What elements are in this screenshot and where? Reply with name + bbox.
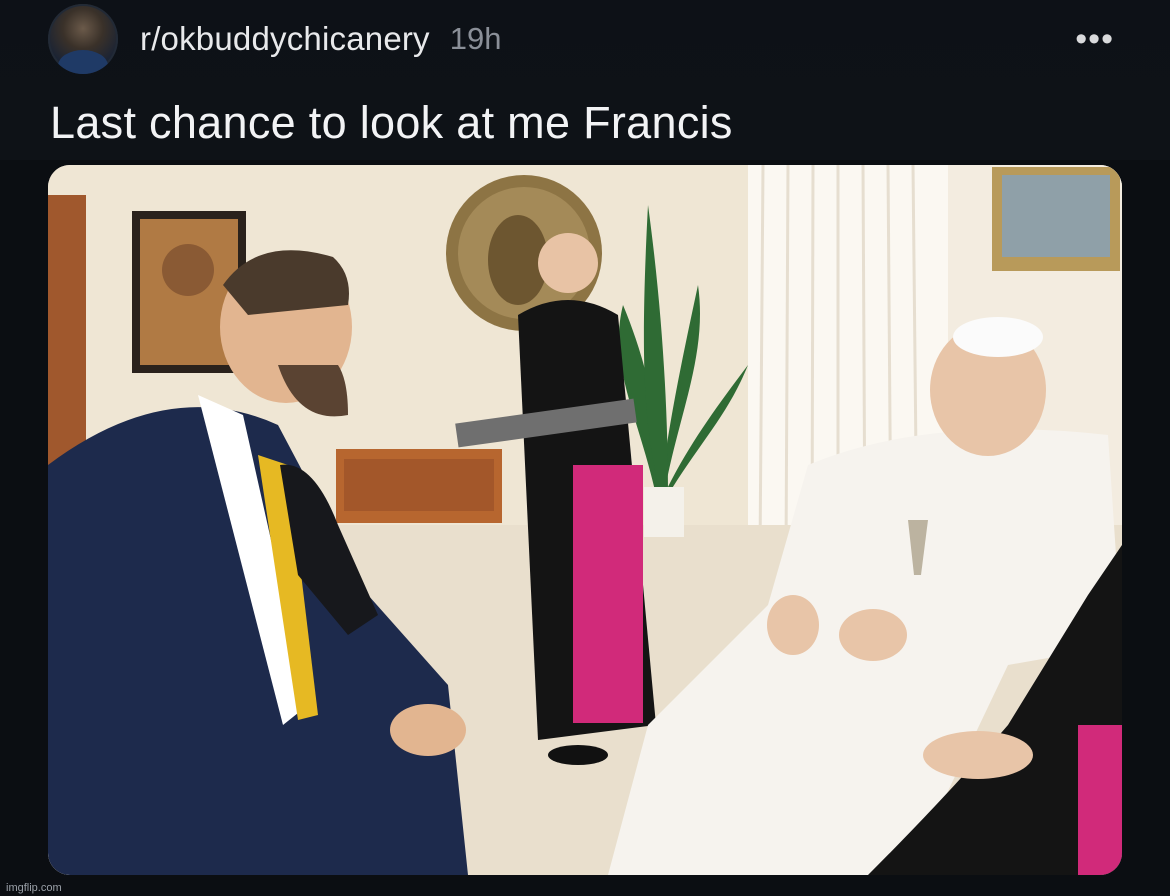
post-title[interactable]: Last chance to look at me Francis (50, 97, 733, 149)
post-screen: r/okbuddychicanery 19h ••• Last chance t… (0, 0, 1170, 896)
watermark: imgflip.com (6, 882, 62, 894)
more-options-button[interactable]: ••• (1067, 16, 1122, 62)
subreddit-name[interactable]: r/okbuddychicanery (140, 20, 430, 58)
subreddit-avatar[interactable] (48, 4, 118, 74)
post-image[interactable] (48, 165, 1122, 875)
bottom-bar (0, 876, 1170, 896)
photo-illustration (48, 165, 1122, 875)
post-header: r/okbuddychicanery 19h ••• (48, 2, 1122, 76)
post-age: 19h (449, 21, 502, 56)
